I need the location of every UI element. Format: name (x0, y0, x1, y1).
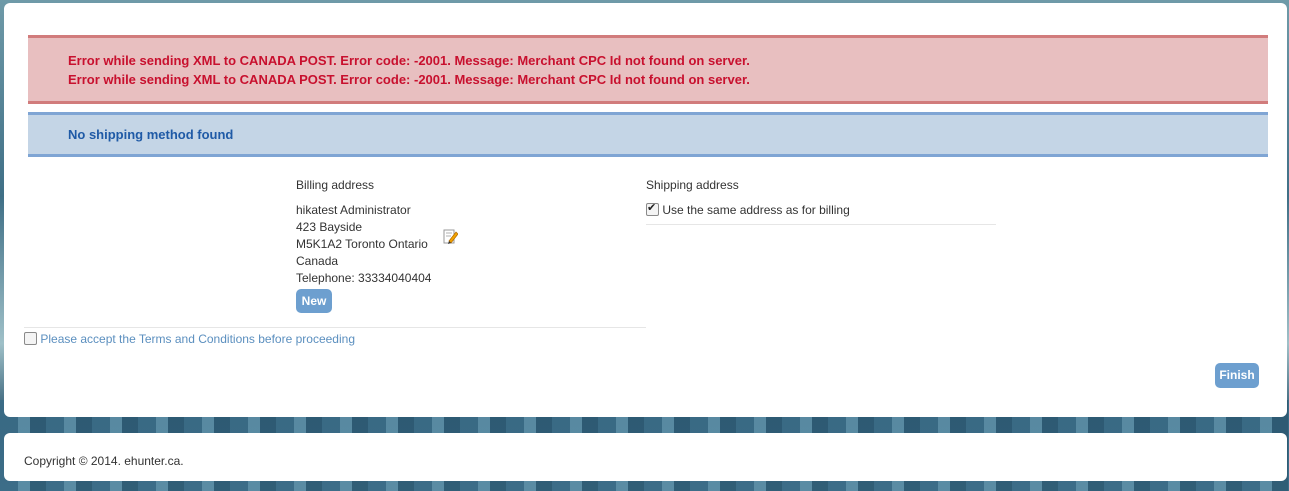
terms-label[interactable]: Please accept the Terms and Conditions b… (40, 332, 355, 346)
billing-line-city: M5K1A2 Toronto Ontario (296, 237, 428, 251)
footer: Copyright © 2014. ehunter.ca. (4, 433, 1287, 481)
copyright-text: Copyright © 2014. ehunter.ca. (24, 454, 184, 468)
checkout-panel: Error while sending XML to CANADA POST. … (4, 3, 1287, 417)
billing-address-title: Billing address (296, 178, 375, 192)
error-message: Error while sending XML to CANADA POST. … (68, 53, 750, 68)
billing-line-street: 423 Bayside (296, 220, 363, 234)
same-address-option[interactable]: Use the same address as for billing (646, 201, 850, 217)
terms-checkbox[interactable] (24, 332, 37, 345)
billing-line-country: Canada (296, 254, 339, 268)
info-message-box: No shipping method found (28, 112, 1268, 157)
same-address-label[interactable]: Use the same address as for billing (662, 203, 849, 217)
error-message: Error while sending XML to CANADA POST. … (68, 72, 750, 87)
new-address-button[interactable]: New (296, 289, 332, 313)
error-message-box: Error while sending XML to CANADA POST. … (28, 35, 1268, 104)
finish-button[interactable]: Finish (1215, 363, 1259, 388)
info-message: No shipping method found (68, 127, 234, 142)
billing-line-phone: Telephone: 33334040404 (296, 271, 432, 285)
billing-line-name: hikatest Administrator (296, 203, 411, 217)
divider (646, 224, 996, 225)
divider (24, 327, 646, 328)
billing-address: hikatest Administrator 423 Bayside M5K1A… (296, 202, 431, 287)
edit-pencil-icon[interactable] (443, 229, 459, 244)
same-address-checkbox[interactable] (646, 201, 659, 216)
terms-option[interactable]: Please accept the Terms and Conditions b… (24, 332, 355, 346)
shipping-address-title: Shipping address (646, 178, 739, 192)
